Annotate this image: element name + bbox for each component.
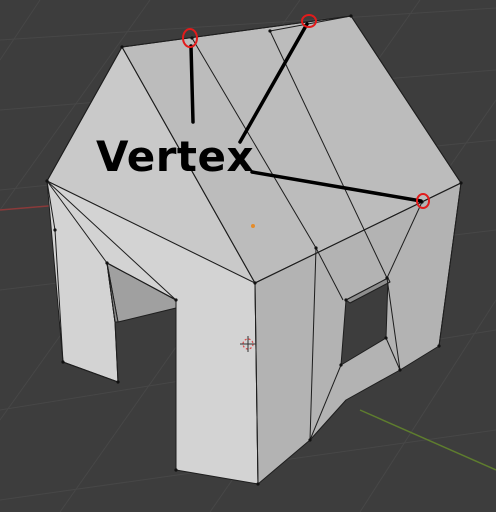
- object-origin-icon: [251, 224, 255, 228]
- house-mesh[interactable]: [46, 15, 462, 485]
- viewport-scene: [0, 0, 496, 512]
- grid-axis-y: [359, 409, 496, 471]
- 3d-viewport[interactable]: Vertex: [0, 0, 496, 512]
- vertex-annotation-label: Vertex: [96, 132, 255, 181]
- pointer-line-1: [189, 44, 195, 124]
